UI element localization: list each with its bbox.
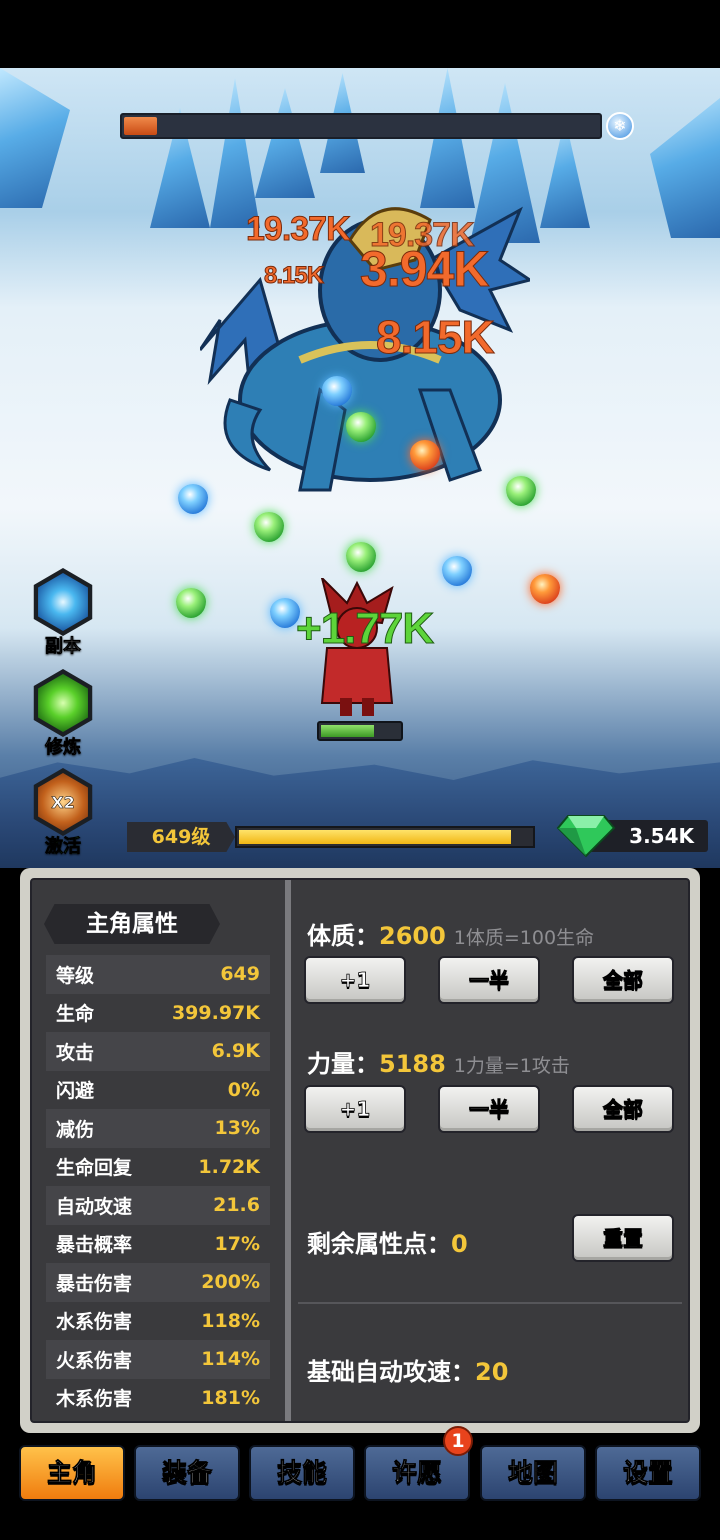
strength-label: 力量： <box>307 1050 379 1078</box>
stat-name: 等级 <box>56 964 95 987</box>
stat-name: 水系伤害 <box>56 1311 133 1334</box>
constitution-all-button[interactable]: 全部 <box>572 956 674 1004</box>
base-speed-label: 基础自动攻速： <box>307 1358 475 1386</box>
damage-number: 8.15K <box>376 311 496 364</box>
damage-number: 3.94K <box>359 241 489 298</box>
strength-plus-one-button[interactable]: +1 <box>304 1085 406 1133</box>
boss-health-fill <box>124 117 158 135</box>
stat-value: 118% <box>201 1309 260 1332</box>
stat-row: 暴击伤害 200% <box>46 1263 270 1302</box>
stat-value: 21.6 <box>213 1194 260 1217</box>
strength-half-button[interactable]: 一半 <box>438 1085 540 1133</box>
green-diamond-icon <box>556 815 616 858</box>
constitution-block: 体质：2600 1体质=100生命 <box>307 916 594 951</box>
stat-value: 114% <box>201 1348 260 1371</box>
stat-name: 暴击伤害 <box>56 1272 133 1295</box>
constitution-label: 体质： <box>307 922 379 950</box>
tab-map[interactable]: 地图 <box>480 1445 586 1501</box>
damage-number: 8.15K <box>263 262 324 290</box>
stat-row: 暴击概率 17% <box>46 1225 270 1264</box>
stat-row: 等级 649 <box>46 955 270 994</box>
ice-crystal <box>650 98 720 238</box>
stat-name: 闪避 <box>56 1080 95 1103</box>
vortex-icon <box>38 573 88 631</box>
strength-value: 5188 <box>379 1050 446 1078</box>
stat-name: 生命回复 <box>56 1157 133 1180</box>
heal-number: +1.77K <box>295 604 434 654</box>
stat-value: 6.9K <box>211 1040 260 1063</box>
tab-equipment[interactable]: 装备 <box>134 1445 240 1501</box>
snowflake-icon: ❄ <box>606 112 634 140</box>
tab-settings[interactable]: 设置 <box>595 1445 701 1501</box>
stat-value: 181% <box>201 1386 260 1409</box>
x2-boost-icon: X2 <box>38 773 88 831</box>
constitution-hint: 1体质=100生命 <box>453 927 595 949</box>
tab-skills[interactable]: 技能 <box>249 1445 355 1501</box>
tab-hero[interactable]: 主角 <box>19 1445 125 1501</box>
training-button[interactable]: 修炼 <box>28 669 98 759</box>
remaining-value: 0 <box>451 1230 468 1258</box>
base-attack-speed: 基础自动攻速：20 <box>307 1352 508 1387</box>
stat-name: 火系伤害 <box>56 1349 133 1372</box>
panel-divider <box>285 880 291 1421</box>
section-divider <box>298 1302 682 1304</box>
stats-title: 主角属性 <box>44 904 220 944</box>
activate-button[interactable]: X2 激活 <box>28 768 98 858</box>
x2-badge: X2 <box>51 792 75 812</box>
stat-value: 649 <box>220 963 260 986</box>
stat-row: 水系伤害 118% <box>46 1302 270 1341</box>
stats-list: 等级 649 生命 399.97K 攻击 6.9K 闪避 0% 减伤 13% 生命回复 1.… <box>46 955 270 1417</box>
stat-name: 减伤 <box>56 1118 95 1141</box>
stat-row: 闪避 0% <box>46 1071 270 1110</box>
strength-all-button[interactable]: 全部 <box>572 1085 674 1133</box>
stat-row: 生命 399.97K <box>46 994 270 1033</box>
level-progress: 649级 <box>127 822 537 852</box>
remaining-label: 剩余属性点： <box>307 1230 451 1258</box>
exp-fill <box>239 830 512 844</box>
base-speed-value: 20 <box>475 1358 509 1386</box>
gem-count: 3.54K <box>629 824 694 848</box>
exp-bar <box>235 826 535 848</box>
ice-crystal <box>0 68 70 208</box>
stat-row: 火系伤害 114% <box>46 1340 270 1379</box>
constitution-value: 2600 <box>379 922 446 950</box>
stat-value: 17% <box>214 1232 260 1255</box>
stat-row: 减伤 13% <box>46 1109 270 1148</box>
constitution-half-button[interactable]: 一半 <box>438 956 540 1004</box>
strength-hint: 1力量=1攻击 <box>453 1055 570 1077</box>
reset-button[interactable]: 重置 <box>572 1214 674 1262</box>
notification-badge: 1 <box>443 1426 473 1456</box>
constitution-plus-one-button[interactable]: +1 <box>304 956 406 1004</box>
stat-value: 0% <box>227 1078 260 1101</box>
stat-name: 木系伤害 <box>56 1388 133 1411</box>
stat-row: 木系伤害 181% <box>46 1379 270 1418</box>
stat-name: 暴击概率 <box>56 1234 133 1257</box>
stat-value: 399.97K <box>171 1001 260 1024</box>
damage-number: 19.37K <box>246 210 352 249</box>
stat-row: 生命回复 1.72K <box>46 1148 270 1187</box>
remaining-points: 剩余属性点：0 <box>307 1224 468 1259</box>
stat-row: 攻击 6.9K <box>46 1032 270 1071</box>
attribute-panel: 主角属性 等级 649 生命 399.97K 攻击 6.9K 闪避 0% 减伤 13% 生… <box>20 868 700 1433</box>
hero-health-bar <box>317 721 403 741</box>
stat-value: 13% <box>214 1117 260 1140</box>
boss-health-bar <box>120 113 602 139</box>
strength-block: 力量：5188 1力量=1攻击 <box>307 1044 570 1079</box>
stat-name: 自动攻速 <box>56 1195 133 1218</box>
stat-name: 生命 <box>56 1003 95 1026</box>
level-badge: 649级 <box>127 822 235 852</box>
dungeon-button[interactable]: 副本 <box>28 568 98 658</box>
green-swirl-icon <box>38 674 88 732</box>
stat-row: 自动攻速 21.6 <box>46 1186 270 1225</box>
stat-value: 200% <box>201 1271 260 1294</box>
hero-health-fill <box>321 725 375 737</box>
stat-name: 攻击 <box>56 1041 95 1064</box>
stat-value: 1.72K <box>198 1155 260 1178</box>
gem-counter: 3.54K <box>556 812 708 858</box>
